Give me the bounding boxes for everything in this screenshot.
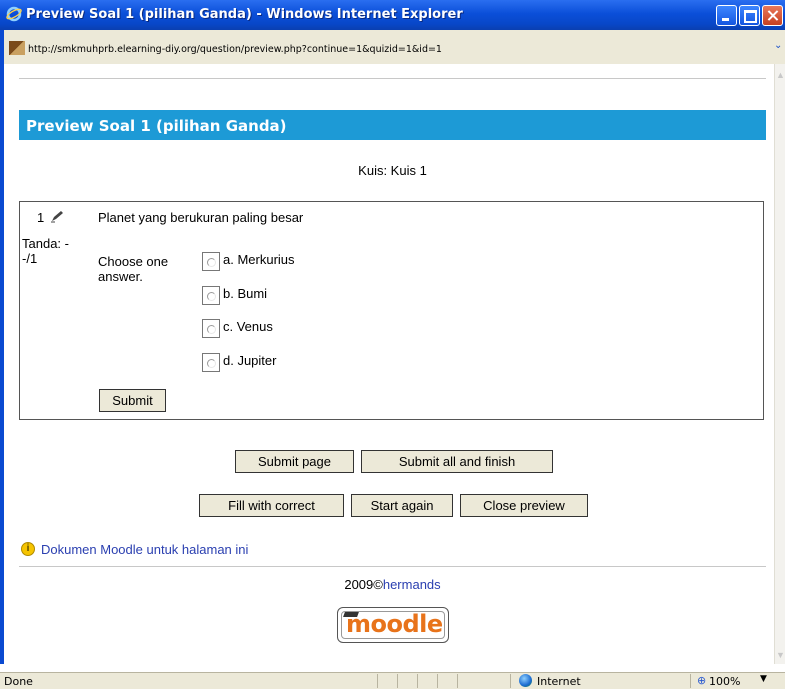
answer-label[interactable]: b. Bumi: [223, 286, 267, 301]
vertical-scrollbar[interactable]: ▲ ▼: [774, 64, 785, 664]
submit-all-finish-button[interactable]: Submit all and finish: [361, 450, 553, 473]
footer-divider: [19, 566, 766, 567]
status-separator: [510, 674, 511, 688]
chevron-down-icon[interactable]: ⌄: [774, 40, 785, 54]
window-left-border: [0, 64, 4, 664]
status-bar: Done Internet ⊕ 100% ▼: [0, 672, 785, 689]
close-window-button[interactable]: [762, 5, 783, 26]
copyright-prefix: 2009©: [344, 577, 383, 592]
address-url[interactable]: http://smkmuhprb.elearning-diy.org/quest…: [28, 44, 442, 55]
scroll-down-icon[interactable]: ▼: [776, 650, 785, 660]
status-separator: [377, 674, 378, 688]
radio-button[interactable]: [202, 319, 220, 338]
scroll-up-icon[interactable]: ▲: [776, 70, 785, 80]
answer-label[interactable]: c. Venus: [223, 319, 273, 334]
internet-explorer-icon: [6, 6, 22, 22]
close-preview-button[interactable]: Close preview: [460, 494, 588, 517]
question-box: [19, 201, 764, 420]
zoom-dropdown-icon[interactable]: ▼: [760, 674, 767, 684]
info-icon: i: [21, 542, 35, 556]
minimize-button[interactable]: [716, 5, 737, 26]
status-separator: [457, 674, 458, 688]
question-mark: Tanda: --/1: [22, 236, 69, 266]
radio-button[interactable]: [202, 353, 220, 372]
edit-icon[interactable]: [50, 209, 64, 223]
status-text: Done: [4, 675, 33, 688]
answer-label[interactable]: a. Merkurius: [223, 252, 295, 267]
question-number: 1: [37, 210, 45, 225]
maximize-button[interactable]: [739, 5, 760, 26]
page-title: Preview Soal 1 (pilihan Ganda): [19, 110, 766, 140]
status-separator: [397, 674, 398, 688]
moodle-docs-link[interactable]: Dokumen Moodle untuk halaman ini: [41, 542, 248, 557]
security-zone: Internet: [537, 675, 581, 688]
window-title: Preview Soal 1 (pilihan Ganda) - Windows…: [26, 7, 463, 22]
window-titlebar: Preview Soal 1 (pilihan Ganda) - Windows…: [0, 0, 785, 30]
globe-icon: [519, 674, 532, 687]
author-link[interactable]: hermands: [383, 577, 441, 592]
status-separator: [690, 674, 691, 688]
zoom-icon[interactable]: ⊕: [697, 674, 706, 687]
page-icon: [9, 41, 25, 55]
moodle-logo[interactable]: moodle: [337, 607, 449, 643]
status-separator: [417, 674, 418, 688]
submit-page-button[interactable]: Submit page: [235, 450, 354, 473]
zoom-level[interactable]: 100%: [709, 675, 740, 688]
status-separator: [437, 674, 438, 688]
copyright: 2009©hermands: [0, 577, 785, 592]
radio-button[interactable]: [202, 286, 220, 305]
question-prompt: Choose one answer.: [98, 254, 169, 284]
radio-button[interactable]: [202, 252, 220, 271]
address-bar[interactable]: http://smkmuhprb.elearning-diy.org/quest…: [0, 30, 785, 64]
logo-text: moodle: [346, 610, 443, 638]
submit-answer-button[interactable]: Submit: [99, 389, 166, 412]
top-divider: [19, 78, 766, 79]
quiz-name: Kuis: Kuis 1: [358, 163, 427, 178]
answer-label[interactable]: d. Jupiter: [223, 353, 276, 368]
start-again-button[interactable]: Start again: [351, 494, 453, 517]
fill-with-correct-button[interactable]: Fill with correct: [199, 494, 344, 517]
question-text: Planet yang berukuran paling besar: [98, 210, 304, 225]
